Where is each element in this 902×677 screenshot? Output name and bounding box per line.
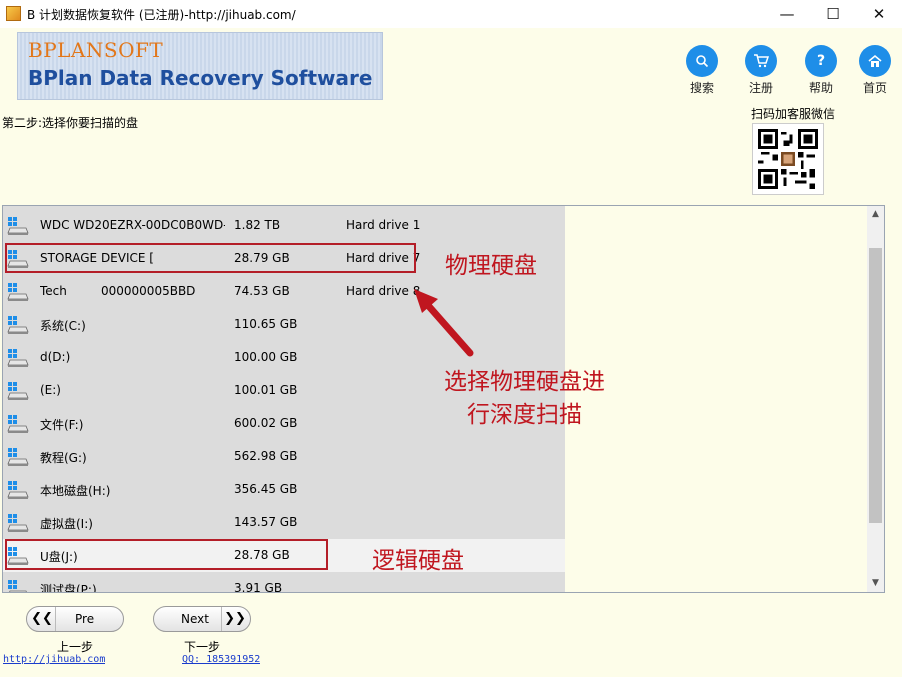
drive-size: 74.53 GB (234, 284, 290, 298)
next-button[interactable]: Next ❯❯ (153, 606, 251, 632)
drive-size: 110.65 GB (234, 317, 298, 331)
drive-size: 562.98 GB (234, 449, 298, 463)
pre-button[interactable]: ❮❮ Pre (26, 606, 124, 632)
drive-row[interactable]: 本地磁盘(H:) 356.45 GB (3, 473, 565, 506)
windows-drive-icon (7, 348, 29, 368)
drive-size: 1.82 TB (234, 218, 281, 232)
drive-size: 100.01 GB (234, 383, 298, 397)
register-button[interactable]: 注册 (741, 45, 781, 96)
qq-link[interactable]: QQ: 185391952 (182, 654, 260, 665)
qr-label: 扫码加客服微信 (751, 107, 836, 121)
close-button[interactable]: ✕ (856, 0, 902, 28)
drive-name: WDC WD20EZRX-00DC0B0WD-W... (40, 218, 225, 232)
title-bar: B 计划数据恢复软件 (已注册)-http://jihuab.com/ — ☐ … (0, 0, 902, 28)
search-button[interactable]: 搜索 (682, 45, 722, 96)
drive-serial: 000000005BBD (101, 284, 196, 298)
step-label: 第二步:选择你要扫描的盘 (2, 116, 139, 130)
home-icon (859, 45, 891, 77)
register-label: 注册 (748, 81, 773, 95)
scan-tip-line1: 选择物理硬盘进 (444, 369, 605, 395)
drive-size: 3.91 GB (234, 581, 283, 593)
physical-drive-highlight (5, 243, 416, 273)
drive-name: 测试盘(P:) (40, 583, 97, 593)
windows-drive-icon (7, 447, 29, 467)
logical-drive-annotation: 逻辑硬盘 (372, 548, 464, 574)
drive-row[interactable]: WDC WD20EZRX-00DC0B0WD-W... 1.82 TB Hard d… (3, 209, 565, 242)
windows-drive-icon (7, 513, 29, 533)
app-icon (6, 6, 21, 21)
minimize-button[interactable]: — (764, 0, 810, 28)
drive-name: 教程(G:) (40, 451, 87, 465)
drive-size: 143.57 GB (234, 515, 298, 529)
qr-code (752, 123, 824, 195)
drive-row[interactable]: 测试盘(P:) 3.91 GB (3, 572, 565, 593)
next-step-label: 下一步 (184, 640, 221, 654)
drive-name: 本地磁盘(H:) (40, 484, 111, 498)
pre-step-label: 上一步 (57, 640, 94, 654)
drive-name: 系统(C:) (40, 319, 86, 333)
drive-row[interactable]: 系统(C:) 110.65 GB (3, 308, 565, 341)
pre-button-label: Pre (75, 612, 95, 626)
double-chevron-left-icon: ❮❮ (29, 607, 56, 631)
drive-row[interactable]: 虚拟盘(I:) 143.57 GB (3, 506, 565, 539)
drive-name: 虚拟盘(I:) (40, 517, 93, 531)
search-icon (686, 45, 718, 77)
app-banner: BPLANSOFT BPlan Data Recovery Software (17, 32, 383, 100)
help-icon: ? (805, 45, 837, 77)
drive-size: 600.02 GB (234, 416, 298, 430)
app-name: BPlan Data Recovery Software (28, 66, 373, 90)
drive-size: 100.00 GB (234, 350, 298, 364)
windows-drive-icon (7, 579, 29, 592)
windows-drive-icon (7, 414, 29, 434)
logical-drive-highlight (5, 539, 328, 570)
drive-name: 文件(F:) (40, 418, 84, 432)
windows-drive-icon (7, 216, 29, 236)
website-link[interactable]: http://jihuab.com (3, 654, 105, 665)
red-arrow-icon (414, 289, 474, 357)
scroll-thumb[interactable] (869, 248, 882, 523)
help-label: 帮助 (808, 81, 833, 95)
scroll-down-arrow[interactable]: ▼ (867, 575, 884, 592)
vertical-scrollbar[interactable]: ▲ ▼ (867, 206, 884, 592)
drive-row[interactable]: 教程(G:) 562.98 GB (3, 440, 565, 473)
scan-tip-line2: 行深度扫描 (467, 402, 582, 428)
scroll-up-arrow[interactable]: ▲ (867, 206, 884, 223)
drive-size: 356.45 GB (234, 482, 298, 496)
windows-drive-icon (7, 480, 29, 500)
drive-name: d(D:) (40, 350, 71, 364)
cart-icon (745, 45, 777, 77)
scan-tip-annotation: 选择物理硬盘进 行深度扫描 (444, 366, 605, 432)
search-label: 搜索 (689, 81, 714, 95)
drive-name: (E:) (40, 383, 61, 397)
windows-drive-icon (7, 282, 29, 302)
physical-drive-annotation: 物理硬盘 (445, 253, 537, 279)
brand-logo: BPLANSOFT (28, 38, 164, 62)
drive-number: Hard drive 1 (346, 218, 421, 232)
double-chevron-right-icon: ❯❯ (221, 607, 248, 631)
next-button-label: Next (181, 612, 209, 626)
home-button[interactable]: 首页 (855, 45, 895, 96)
windows-drive-icon (7, 315, 29, 335)
home-label: 首页 (862, 81, 887, 95)
maximize-button[interactable]: ☐ (810, 0, 856, 28)
window-title: B 计划数据恢复软件 (已注册)-http://jihuab.com/ (27, 8, 296, 22)
help-button[interactable]: ? 帮助 (801, 45, 841, 96)
windows-drive-icon (7, 381, 29, 401)
